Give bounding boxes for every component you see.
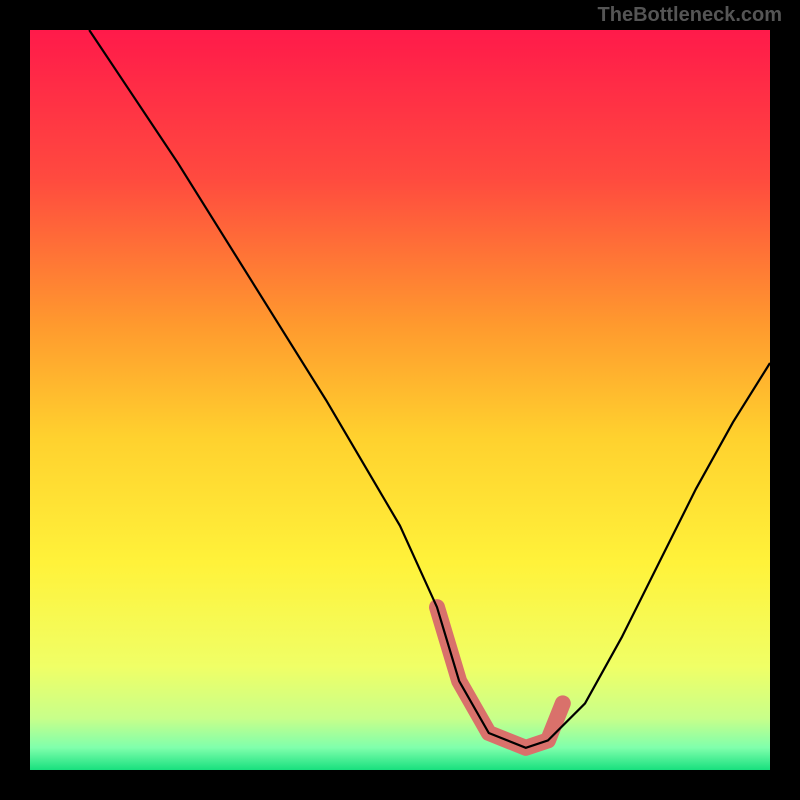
attribution-text: TheBottleneck.com xyxy=(598,4,782,27)
chart-background xyxy=(30,30,770,770)
chart-area xyxy=(30,30,770,770)
chart-svg xyxy=(30,30,770,770)
